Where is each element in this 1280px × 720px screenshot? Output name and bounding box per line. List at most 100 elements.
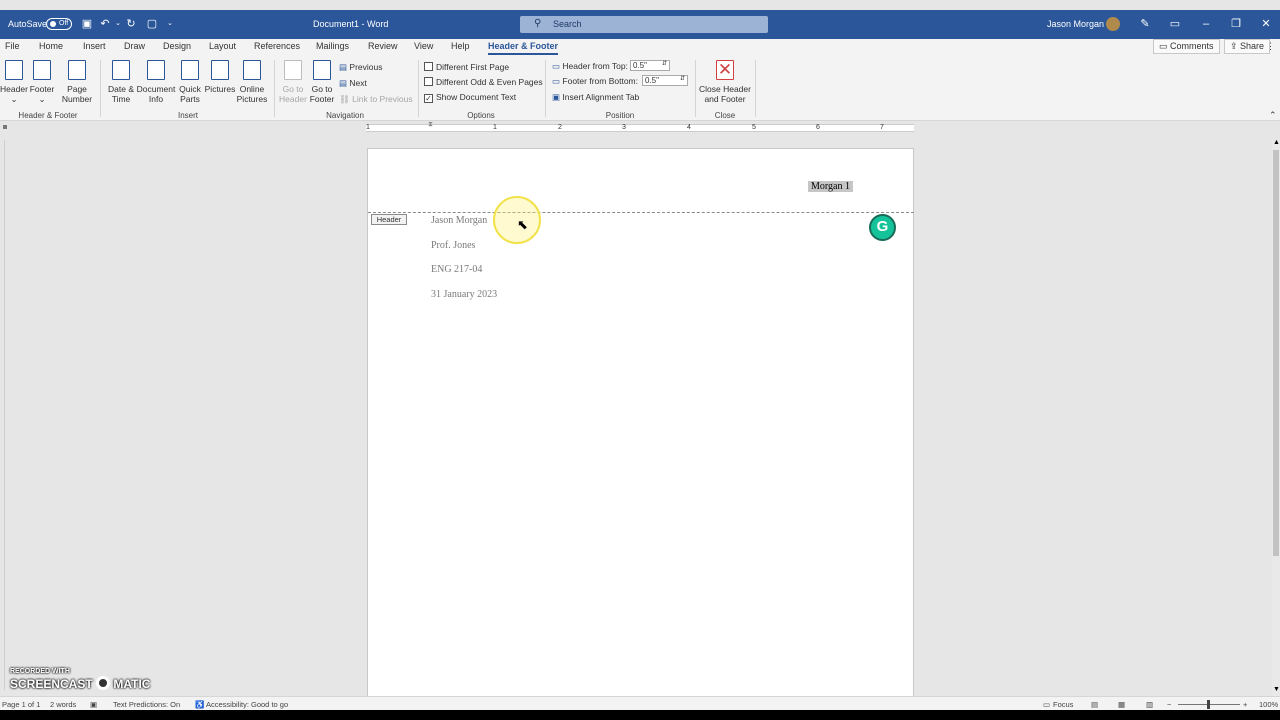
- share-button[interactable]: ⇪ Share: [1224, 39, 1271, 54]
- grammarly-icon[interactable]: G: [869, 214, 896, 241]
- insert-alignment-tab-button[interactable]: ▣ Insert Alignment Tab: [552, 92, 639, 103]
- tab-draw[interactable]: Draw: [124, 41, 145, 51]
- restore-icon[interactable]: ❐: [1229, 17, 1243, 31]
- page-number-button[interactable]: Page Number: [58, 60, 96, 104]
- spinner-icon[interactable]: ⇵: [680, 75, 685, 84]
- different-odd-even-checkbox[interactable]: Different Odd & Even Pages: [424, 77, 543, 87]
- tab-help[interactable]: Help: [451, 41, 470, 51]
- pen-icon[interactable]: ✎: [1138, 17, 1152, 31]
- zoom-out-icon[interactable]: −: [1167, 700, 1171, 709]
- comments-button[interactable]: ▭ Comments: [1153, 39, 1220, 54]
- header-label: Header: [279, 94, 307, 104]
- more-icon[interactable]: ⋮: [1266, 41, 1275, 52]
- horizontal-ruler[interactable]: 1 1 2 3 4 5 6 7 ⧗: [366, 121, 914, 132]
- header-from-top-input[interactable]: 0.5" ⇵: [630, 60, 670, 71]
- footer-from-bottom-input[interactable]: 0.5" ⇵: [642, 75, 688, 86]
- tab-header-footer[interactable]: Header & Footer: [488, 41, 559, 55]
- header-position-icon: ▭: [552, 61, 563, 71]
- scrollbar-thumb[interactable]: [1273, 150, 1279, 556]
- accessibility-icon: ♿: [195, 700, 205, 709]
- previous-label: Previous: [349, 62, 383, 72]
- next-button[interactable]: ▤ Next: [339, 78, 367, 89]
- tab-review[interactable]: Review: [368, 41, 398, 51]
- tab-insert[interactable]: Insert: [83, 41, 106, 51]
- collapse-ribbon-icon[interactable]: ⌃: [1269, 110, 1277, 121]
- ribbon: Header ⌄ Footer ⌄ Page Number Header & Foot…: [0, 56, 1280, 121]
- footer-button[interactable]: Footer ⌄: [28, 60, 56, 104]
- ribbon-display-icon[interactable]: ▭: [1168, 17, 1182, 31]
- focus-button[interactable]: Focus: [1053, 700, 1073, 709]
- and-footer-label: and Footer: [704, 94, 746, 104]
- ruler-number: 2: [558, 124, 562, 131]
- redo-icon[interactable]: ↻: [124, 17, 138, 31]
- ruler-number: 4: [687, 124, 691, 131]
- quick-parts-button[interactable]: Quick Parts: [176, 60, 204, 104]
- document-page[interactable]: Morgan 1 Header Jason Morgan Prof. Jones…: [367, 148, 914, 708]
- proofing-icon[interactable]: ▣: [90, 700, 97, 709]
- body-line-date[interactable]: 31 January 2023: [431, 289, 497, 300]
- header-icon: [5, 60, 23, 80]
- header-button[interactable]: Header ⌄: [0, 60, 28, 104]
- scroll-down-icon[interactable]: ▼: [1273, 686, 1280, 693]
- autosave-toggle[interactable]: Off: [46, 18, 72, 30]
- minimize-icon[interactable]: –: [1199, 17, 1213, 31]
- next-icon: ▤: [339, 78, 350, 88]
- web-layout-icon[interactable]: ▥: [1146, 700, 1153, 709]
- date-label: Date &: [108, 84, 134, 94]
- tab-view[interactable]: View: [414, 41, 433, 51]
- link-to-previous-button[interactable]: ⛓ Link to Previous: [339, 94, 413, 105]
- comment-icon: ▭: [1159, 41, 1171, 51]
- show-document-text-checkbox[interactable]: ✓ Show Document Text: [424, 92, 516, 103]
- avatar[interactable]: [1106, 17, 1120, 31]
- undo-icon[interactable]: ↶: [98, 17, 112, 31]
- user-name[interactable]: Jason Morgan: [1047, 19, 1104, 29]
- zoom-slider-thumb[interactable]: [1207, 700, 1210, 709]
- divider: [100, 60, 101, 117]
- indent-marker-icon[interactable]: ⧗: [428, 121, 433, 129]
- close-icon[interactable]: ✕: [1259, 17, 1273, 31]
- undo-dropdown-icon[interactable]: ⌄: [111, 17, 125, 31]
- spinner-icon[interactable]: ⇵: [662, 60, 667, 69]
- go-to-header-button[interactable]: Go to Header: [278, 60, 308, 104]
- document-info-button[interactable]: Document Info: [136, 60, 176, 104]
- header-page-number-text[interactable]: Morgan 1: [808, 181, 853, 192]
- body-line-professor[interactable]: Prof. Jones: [431, 240, 475, 251]
- quick-label: Quick: [179, 84, 201, 94]
- text-predictions[interactable]: Text Predictions: On: [113, 700, 180, 709]
- scroll-up-icon[interactable]: ▲: [1273, 139, 1280, 146]
- body-line-name[interactable]: Jason Morgan: [431, 215, 487, 226]
- page-count[interactable]: Page 1 of 1: [2, 700, 40, 709]
- read-mode-icon[interactable]: ▤: [1091, 700, 1098, 709]
- tab-layout[interactable]: Layout: [209, 41, 236, 51]
- previous-icon: ▤: [339, 62, 350, 72]
- comments-label: Comments: [1170, 41, 1214, 51]
- tab-file[interactable]: File: [5, 41, 20, 51]
- pictures-button[interactable]: Pictures: [204, 60, 236, 94]
- go-to-footer-button[interactable]: Go to Footer: [307, 60, 337, 104]
- search-box[interactable]: ⚲ Search: [520, 16, 768, 33]
- accessibility-status[interactable]: Accessibility: Good to go: [206, 700, 288, 709]
- online-pictures-button[interactable]: Online Pictures: [236, 60, 268, 104]
- different-first-page-checkbox[interactable]: Different First Page: [424, 62, 509, 72]
- save-icon[interactable]: ▣: [80, 17, 94, 31]
- number-label: Number: [61, 94, 93, 104]
- print-layout-icon[interactable]: ▦: [1118, 700, 1125, 709]
- footer-label: Footer: [309, 94, 335, 104]
- close-header-footer-button[interactable]: ✕ Close Header and Footer: [698, 60, 752, 104]
- touch-mode-icon[interactable]: ▢: [145, 17, 159, 31]
- tab-references[interactable]: References: [254, 41, 300, 51]
- word-count[interactable]: 2 words: [50, 700, 76, 709]
- tab-design[interactable]: Design: [163, 41, 191, 51]
- tab-home[interactable]: Home: [39, 41, 63, 51]
- tab-mailings[interactable]: Mailings: [316, 41, 349, 51]
- zoom-level[interactable]: 100%: [1259, 700, 1278, 709]
- footer-from-bottom-text: Footer from Bottom:: [562, 76, 638, 86]
- customize-toolbar-icon[interactable]: ⌄: [163, 17, 177, 31]
- ruler-number: 1: [366, 124, 370, 131]
- document-label: Document: [136, 84, 176, 94]
- quick-parts-icon: [181, 60, 199, 80]
- body-line-course[interactable]: ENG 217-04: [431, 264, 482, 275]
- zoom-in-icon[interactable]: +: [1243, 700, 1247, 709]
- previous-button[interactable]: ▤ Previous: [339, 62, 382, 73]
- date-time-button[interactable]: Date & Time: [104, 60, 138, 104]
